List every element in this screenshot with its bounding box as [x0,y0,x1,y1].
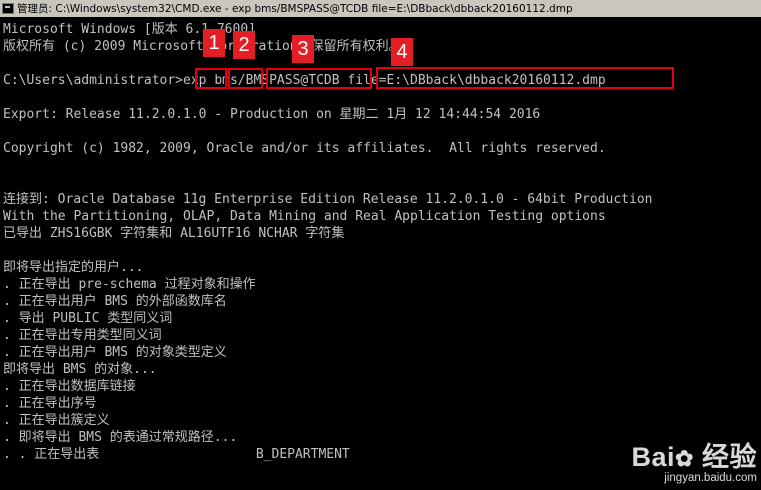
paw-icon: ✿ [675,446,694,471]
step-badge-1: 1 [203,29,225,57]
console-line: 即将导出 BMS 的对象... [3,362,157,377]
console-line: . 正在导出 pre-schema 过程对象和操作 [3,277,256,292]
console-line: . 即将导出 BMS 的表通过常规路径... [3,430,238,445]
console-line: . 正在导出序号 [3,396,97,411]
console-line: . 导出 PUBLIC 类型同义词 [3,311,173,326]
console-line: . 正在导出簇定义 [3,413,110,428]
watermark-brand-suffix: 经验 [702,442,757,472]
console-line: . 正在导出用户 BMS 的对象类型定义 [3,345,227,360]
window-titlebar[interactable]: 管理员: C:\Windows\system32\CMD.exe - exp b… [0,0,761,17]
console-line: 即将导出指定的用户... [3,260,144,275]
window-title: 管理员: C:\Windows\system32\CMD.exe - exp b… [17,3,573,15]
console-line: Export: Release 11.2.0.1.0 - Production … [3,107,541,122]
highlight-password-connection [266,68,372,89]
console-line: 已导出 ZHS16GBK 字符集和 AL16UTF16 NCHAR 字符集 [3,226,345,241]
watermark-brand: Bai [631,442,676,472]
console-line: . 正在导出数据库链接 [3,379,136,394]
step-badge-4: 4 [391,38,413,66]
console-line: Copyright (c) 1982, 2009, Oracle and/or … [3,141,606,156]
console-line: . 正在导出用户 BMS 的外部函数库名 [3,294,227,309]
console-line: . 正在导出专用类型同义词 [3,328,162,343]
console-line: With the Partitioning, OLAP, Data Mining… [3,209,606,224]
step-badge-3: 3 [292,35,314,63]
highlight-file-path [376,67,674,89]
step-badge-2: 2 [233,31,255,59]
console-output[interactable]: Microsoft Windows [版本 6.1.7600] 版权所有 (c)… [3,21,761,490]
console-line: 连接到: Oracle Database 11g Enterprise Edit… [3,192,653,207]
console-line: . . 正在导出表 B_DEPARTMENT [3,447,350,462]
highlight-username [228,68,263,89]
highlight-exp-command [195,68,227,89]
baidu-jingyan-watermark: Bai✿ 经验 jingyan.baidu.com [632,435,757,484]
cmd-icon [2,3,14,14]
